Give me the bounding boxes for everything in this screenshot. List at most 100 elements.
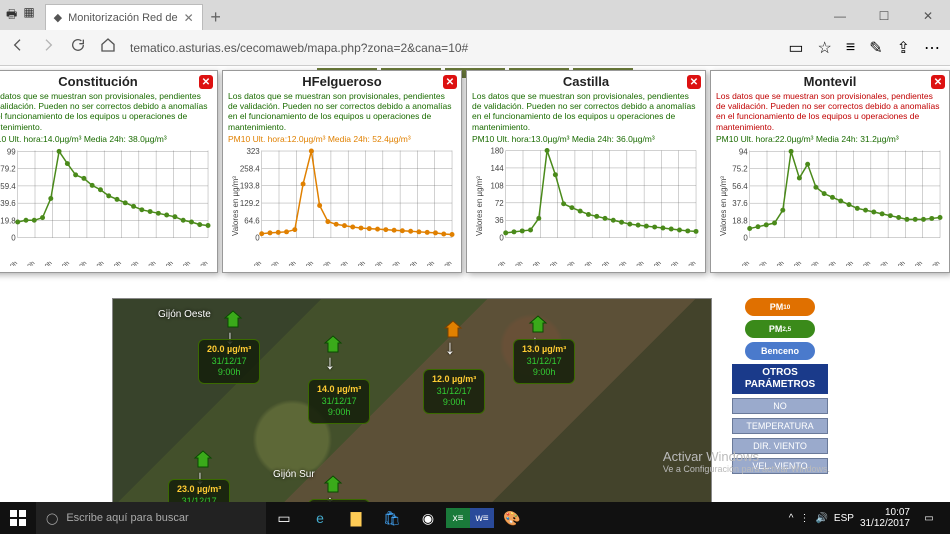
arrow-icon: ↓ xyxy=(325,352,335,375)
side-panel-header: OTROS PARÁMETROS xyxy=(732,364,828,394)
start-button[interactable] xyxy=(0,502,36,534)
chrome-icon[interactable]: ◉ xyxy=(410,502,446,534)
param-pill[interactable]: PM10 xyxy=(745,298,815,316)
popup-caption: PM10 Ult. hora:22.0µg/m³ Media 24h: 31.2… xyxy=(716,134,944,144)
titlebar-app-icons: 🖶 ▦ xyxy=(0,1,41,30)
close-icon[interactable]: ✕ xyxy=(199,75,213,89)
side-param-button[interactable]: NO xyxy=(732,398,828,414)
svg-text:64.6: 64.6 xyxy=(244,216,260,225)
excel-icon[interactable]: x≡ xyxy=(446,508,470,528)
language-indicator[interactable]: ESP xyxy=(834,513,854,524)
svg-text:99: 99 xyxy=(7,147,16,156)
svg-text:79.2: 79.2 xyxy=(0,164,15,173)
close-icon[interactable]: ✕ xyxy=(931,75,945,89)
svg-text:Valores en µg/m³: Valores en µg/m³ xyxy=(231,175,240,235)
window-titlebar: 🖶 ▦ ◆ Monitorización Red de ✕ + — ☐ ✕ xyxy=(0,0,950,30)
svg-text:0: 0 xyxy=(743,233,748,242)
svg-text:0: 0 xyxy=(499,233,504,242)
forward-button[interactable] xyxy=(40,37,56,58)
popup-title: Castilla xyxy=(472,74,700,89)
map-marker[interactable] xyxy=(193,449,213,469)
map-container[interactable]: Gijón OesteGijón Sur ↓ ↓ ↓ ↓ ↓ ↑ 20.0 µg… xyxy=(112,298,712,534)
popup-caption: PM10 Ult. hora:12.0µg/m³ Media 24h: 52.4… xyxy=(228,134,456,144)
taskbar-clock[interactable]: 10:07 31/12/2017 xyxy=(860,507,910,529)
station-popup-montevil: ✕ Montevil Los datos que se muestran son… xyxy=(710,70,950,273)
svg-text:75.2: 75.2 xyxy=(732,164,747,173)
map-marker[interactable] xyxy=(323,474,343,494)
tray-chevron-icon[interactable]: ^ xyxy=(789,513,794,524)
volume-icon[interactable]: 🔊 xyxy=(815,513,827,524)
popup-chart: 019.839.659.479.29930/12/17 10:00h30/12/… xyxy=(0,146,212,266)
cortana-icon: ◯ xyxy=(46,512,58,525)
app-icon: ▦ xyxy=(23,5,34,26)
share-icon[interactable]: ⇪ xyxy=(897,38,910,58)
address-bar[interactable] xyxy=(130,41,774,55)
popup-caption: PM10 Ult. hora:14.0µg/m³ Media 24h: 38.0… xyxy=(0,134,212,144)
popup-chart: 0367210814418030/12/17 10:00h30/12/17 12… xyxy=(472,146,700,266)
store-icon[interactable]: 🛍 xyxy=(374,502,410,534)
back-button[interactable] xyxy=(10,37,26,58)
svg-text:30/12/17 10:00h: 30/12/17 10:00h xyxy=(472,259,507,265)
svg-text:144: 144 xyxy=(491,164,505,173)
station-popup-hfelgueroso: ✕ HFelgueroso Los datos que se muestran … xyxy=(222,70,462,273)
param-pill[interactable]: Benceno xyxy=(745,342,815,360)
popup-note: Los datos que se muestran son provisiona… xyxy=(0,91,212,132)
windows-taskbar: ◯ Escribe aquí para buscar ▭ e ▇ 🛍 ◉ x≡ … xyxy=(0,502,950,534)
svg-text:193.8: 193.8 xyxy=(240,181,260,190)
taskbar-search[interactable]: ◯ Escribe aquí para buscar xyxy=(36,502,266,534)
window-close-button[interactable]: ✕ xyxy=(906,2,950,30)
paint-icon[interactable]: 🎨 xyxy=(494,502,530,534)
arrow-icon: ↓ xyxy=(445,337,455,360)
svg-text:72: 72 xyxy=(495,199,504,208)
close-icon[interactable]: ✕ xyxy=(443,75,457,89)
map-marker[interactable] xyxy=(323,334,343,354)
map-reading-bubble[interactable]: 12.0 µg/m³31/12/179:00h xyxy=(423,369,485,414)
notes-icon[interactable]: ✎ xyxy=(869,38,882,58)
map-marker[interactable] xyxy=(223,309,243,329)
svg-text:108: 108 xyxy=(491,181,505,190)
svg-text:18.8: 18.8 xyxy=(732,216,748,225)
notification-icon[interactable]: ▭ xyxy=(916,502,942,534)
minimize-button[interactable]: — xyxy=(818,2,862,30)
maximize-button[interactable]: ☐ xyxy=(862,2,906,30)
close-icon[interactable]: ✕ xyxy=(184,11,194,25)
explorer-icon[interactable]: ▇ xyxy=(338,502,374,534)
edge-icon[interactable]: e xyxy=(302,502,338,534)
svg-text:56.4: 56.4 xyxy=(732,182,748,191)
map-reading-bubble[interactable]: 20.0 µg/m³31/12/179:00h xyxy=(198,339,260,384)
word-icon[interactable]: w≡ xyxy=(470,508,494,528)
svg-text:0: 0 xyxy=(255,233,260,242)
new-tab-button[interactable]: + xyxy=(203,4,229,30)
svg-text:323: 323 xyxy=(247,147,261,156)
more-icon[interactable]: ⋯ xyxy=(924,38,940,58)
page-content: ✕ Constitución Los datos que se muestran… xyxy=(0,66,950,534)
side-param-button[interactable]: TEMPERATURA xyxy=(732,418,828,434)
map-marker[interactable] xyxy=(528,314,548,334)
close-icon[interactable]: ✕ xyxy=(687,75,701,89)
task-view-icon[interactable]: ▭ xyxy=(266,502,302,534)
browser-tab[interactable]: ◆ Monitorización Red de ✕ xyxy=(45,4,203,30)
map-reading-bubble[interactable]: 14.0 µg/m³31/12/179:00h xyxy=(308,379,370,424)
param-pill[interactable]: PM2,5 xyxy=(745,320,815,338)
hub-icon[interactable]: ≡ xyxy=(846,39,855,57)
favorite-icon[interactable]: ☆ xyxy=(818,38,832,58)
windows-watermark: Activar Windows Ve a Configuración para … xyxy=(663,449,830,474)
wifi-icon[interactable]: ⋮ xyxy=(799,513,809,524)
popup-title: Montevil xyxy=(716,74,944,89)
reading-view-icon[interactable]: ▭ xyxy=(788,38,803,58)
home-button[interactable] xyxy=(100,37,116,58)
svg-text:59.4: 59.4 xyxy=(0,182,16,191)
svg-text:94: 94 xyxy=(739,147,748,156)
svg-text:30/12/17 10:00h: 30/12/17 10:00h xyxy=(0,259,19,265)
svg-text:30/12/17 10:00h: 30/12/17 10:00h xyxy=(716,259,751,265)
svg-text:0: 0 xyxy=(11,233,16,242)
tab-favicon: ◆ xyxy=(54,11,62,24)
map-label: Gijón Sur xyxy=(273,469,315,480)
map-reading-bubble[interactable]: 13.0 µg/m³31/12/179:00h xyxy=(513,339,575,384)
popup-note: Los datos que se muestran son provisiona… xyxy=(472,91,700,132)
popup-note: Los datos que se muestran son provisiona… xyxy=(716,91,944,132)
svg-text:180: 180 xyxy=(491,146,505,155)
map-marker[interactable] xyxy=(443,319,463,339)
popup-title: Constitución xyxy=(0,74,212,89)
refresh-button[interactable] xyxy=(70,37,86,58)
